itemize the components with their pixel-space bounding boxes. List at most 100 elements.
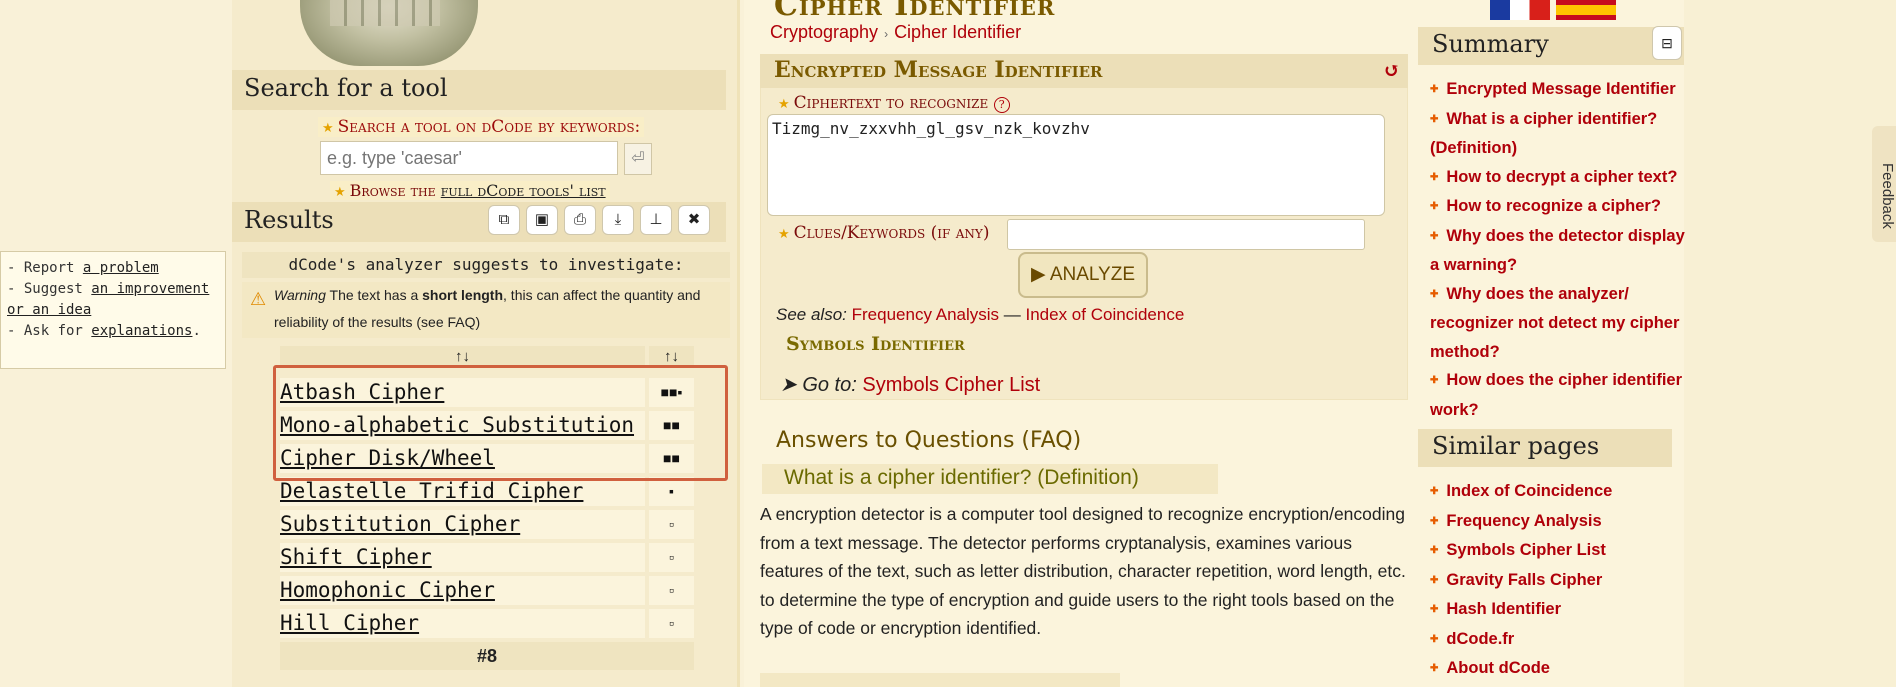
breadcrumb-cryptography[interactable]: Cryptography (770, 22, 878, 42)
ciphertext-label: ★ Ciphertext to recognize ? (778, 93, 1010, 113)
bullet-icon: ✚ (1430, 84, 1439, 95)
bullet-icon: ✚ (1430, 633, 1439, 645)
similar-item-link[interactable]: dCode.fr (1446, 630, 1514, 648)
browse-prefix: Browse the (349, 181, 436, 200)
bullet-icon: ✚ (1430, 515, 1439, 527)
search-submit-button[interactable]: ⏎ (624, 143, 652, 175)
analyzer-suggestion: dCode's analyzer suggests to investigate… (242, 252, 730, 278)
report-prefix: - Report (7, 260, 75, 276)
symbols-identifier-title: Symbols Identifier (786, 333, 965, 355)
similar-item[interactable]: ✚ Frequency Analysis (1430, 507, 1690, 537)
see-also: See also: Frequency Analysis — Index of … (776, 305, 1184, 325)
similar-item[interactable]: ✚ Gravity Falls Cipher (1430, 566, 1690, 596)
highlight-box (273, 365, 728, 481)
ciphertext-textarea[interactable]: Tizmg_nv_zxxvhh_gl_gsv_nzk_kovzhv (767, 114, 1385, 216)
similar-item-link[interactable]: Index of Coincidence (1446, 482, 1612, 500)
clues-input[interactable] (1007, 219, 1365, 250)
result-score: ▫ (649, 510, 694, 539)
collapse-icon[interactable]: ⊟ (1652, 26, 1682, 60)
summary-item[interactable]: ✚ Why does the analyzer/ recognizer not d… (1430, 280, 1690, 367)
summary-title: Summary (1418, 27, 1684, 65)
result-link[interactable]: Delastelle Trifid Cipher (280, 477, 645, 506)
similar-item[interactable]: ✚ Symbols Cipher List (1430, 536, 1690, 566)
copy-icon[interactable]: ⧉ (488, 205, 520, 235)
faq-question: What is a cipher identifier? (Definition… (762, 464, 1218, 494)
similar-item-link[interactable]: Hash Identifier (1446, 600, 1561, 618)
result-link[interactable]: Homophonic Cipher (280, 576, 645, 605)
result-link[interactable]: Hill Cipher (280, 609, 645, 638)
suggest-line: - Suggest an improvement or an idea (7, 279, 219, 321)
result-row: Hill Cipher ▫ (280, 607, 694, 640)
bullet-icon: ✚ (1430, 545, 1439, 556)
warning-text-a: The text has a (329, 287, 419, 303)
save-icon[interactable]: ▣ (526, 205, 558, 235)
result-row: Homophonic Cipher ▫ (280, 574, 694, 607)
warning-lead: Warning (274, 287, 326, 303)
ask-prefix: - Ask for (7, 323, 83, 339)
see-also-separator: — (1003, 305, 1021, 324)
summary-list: ✚ Encrypted Message Identifier ✚ What is a… (1430, 75, 1690, 424)
browse-tools-link[interactable]: ★ Browse the full dCode tools' list (330, 181, 610, 200)
summary-item[interactable]: ✚ How to decrypt a cipher text? (1430, 163, 1690, 193)
analyze-button[interactable]: ▶ ANALYZE (1018, 252, 1148, 298)
similar-item[interactable]: ✚ dCode.fr (1430, 625, 1690, 655)
french-flag-icon[interactable] (1490, 0, 1550, 20)
similar-item[interactable]: ✚ About dCode (1430, 654, 1690, 684)
star-icon: ★ (322, 121, 334, 136)
similar-pages-list: ✚ Index of Coincidence ✚ Frequency Analysi… (1430, 477, 1690, 684)
close-icon[interactable]: ✖ (678, 205, 710, 235)
search-keywords-label: ★ Search a tool on dCode by keywords: (318, 117, 645, 137)
report-problem-link[interactable]: a problem (83, 260, 159, 276)
see-also-label: See also: (776, 305, 847, 324)
search-input[interactable] (320, 141, 618, 175)
similar-item-link[interactable]: Gravity Falls Cipher (1446, 571, 1602, 589)
symbols-cipher-list-link[interactable]: Symbols Cipher List (862, 374, 1040, 396)
pin-icon[interactable]: ⊥ (640, 205, 672, 235)
help-icon[interactable]: ? (993, 97, 1010, 113)
star-icon: ★ (778, 227, 790, 242)
similar-item-link[interactable]: About dCode (1446, 659, 1550, 677)
similar-item[interactable]: ✚ Hash Identifier (1430, 595, 1690, 625)
goto-label: ➤ Go to: (780, 374, 857, 396)
similar-item-link[interactable]: Symbols Cipher List (1446, 541, 1606, 559)
browse-full-list-link[interactable]: full dCode tools' list (441, 181, 606, 200)
result-link[interactable]: Shift Cipher (280, 543, 645, 572)
spanish-flag-icon[interactable] (1556, 0, 1616, 20)
ask-line: - Ask for explanations. (7, 321, 219, 342)
similar-item-link[interactable]: Frequency Analysis (1446, 512, 1601, 530)
summary-item-link[interactable]: How to decrypt a cipher text? (1446, 168, 1677, 186)
summary-item[interactable]: ✚ Encrypted Message Identifier (1430, 75, 1690, 105)
summary-item-link[interactable]: What is a cipher identifier? (Definition… (1430, 110, 1657, 158)
summary-item-link[interactable]: How does the cipher identifier work? (1430, 371, 1682, 419)
faq-next-question (760, 673, 1120, 687)
see-also-frequency-analysis-link[interactable]: Frequency Analysis (852, 305, 999, 324)
feedback-box: - Report a problem - Suggest an improvem… (0, 251, 226, 369)
summary-item[interactable]: ✚ How to recognize a cipher? (1430, 192, 1690, 222)
summary-item-link[interactable]: Why does the analyzer/ recognizer not de… (1430, 285, 1679, 361)
bullet-icon: ✚ (1430, 574, 1439, 586)
result-link[interactable]: Substitution Cipher (280, 510, 645, 539)
breadcrumb-separator: › (884, 27, 889, 41)
warning-strong: short length (422, 287, 504, 303)
summary-item-link[interactable]: Why does the detector display a warning? (1430, 227, 1685, 275)
similar-item[interactable]: ✚ Index of Coincidence (1430, 477, 1690, 507)
print-icon[interactable]: ⎙ (564, 205, 596, 235)
star-icon: ★ (334, 185, 346, 200)
summary-item-link[interactable]: How to recognize a cipher? (1446, 197, 1661, 215)
see-also-index-of-coincidence-link[interactable]: Index of Coincidence (1026, 305, 1185, 324)
tool-title: Encrypted Message Identifier ↺ (760, 54, 1408, 88)
feedback-tab[interactable]: Feedback (1872, 126, 1896, 242)
search-section-title: Search for a tool (232, 70, 726, 110)
short-length-warning: ⚠ Warning The text has a short length, t… (242, 282, 730, 338)
breadcrumb-cipher-identifier[interactable]: Cipher Identifier (894, 22, 1021, 42)
faq-title: Answers to Questions (FAQ) (776, 428, 1082, 453)
reload-icon[interactable]: ↺ (1383, 58, 1400, 82)
summary-item[interactable]: ✚ How does the cipher identifier work? (1430, 366, 1690, 424)
ask-explanations-link[interactable]: explanations (91, 323, 192, 339)
summary-item[interactable]: ✚ Why does the detector display a warning… (1430, 222, 1690, 280)
summary-item-link[interactable]: Encrypted Message Identifier (1446, 80, 1675, 98)
summary-item[interactable]: ✚ What is a cipher identifier? (Definitio… (1430, 105, 1690, 163)
download-icon[interactable]: ⤓ (602, 205, 634, 235)
tool-title-text: Encrypted Message Identifier (774, 57, 1103, 83)
bullet-icon: ✚ (1430, 663, 1439, 674)
